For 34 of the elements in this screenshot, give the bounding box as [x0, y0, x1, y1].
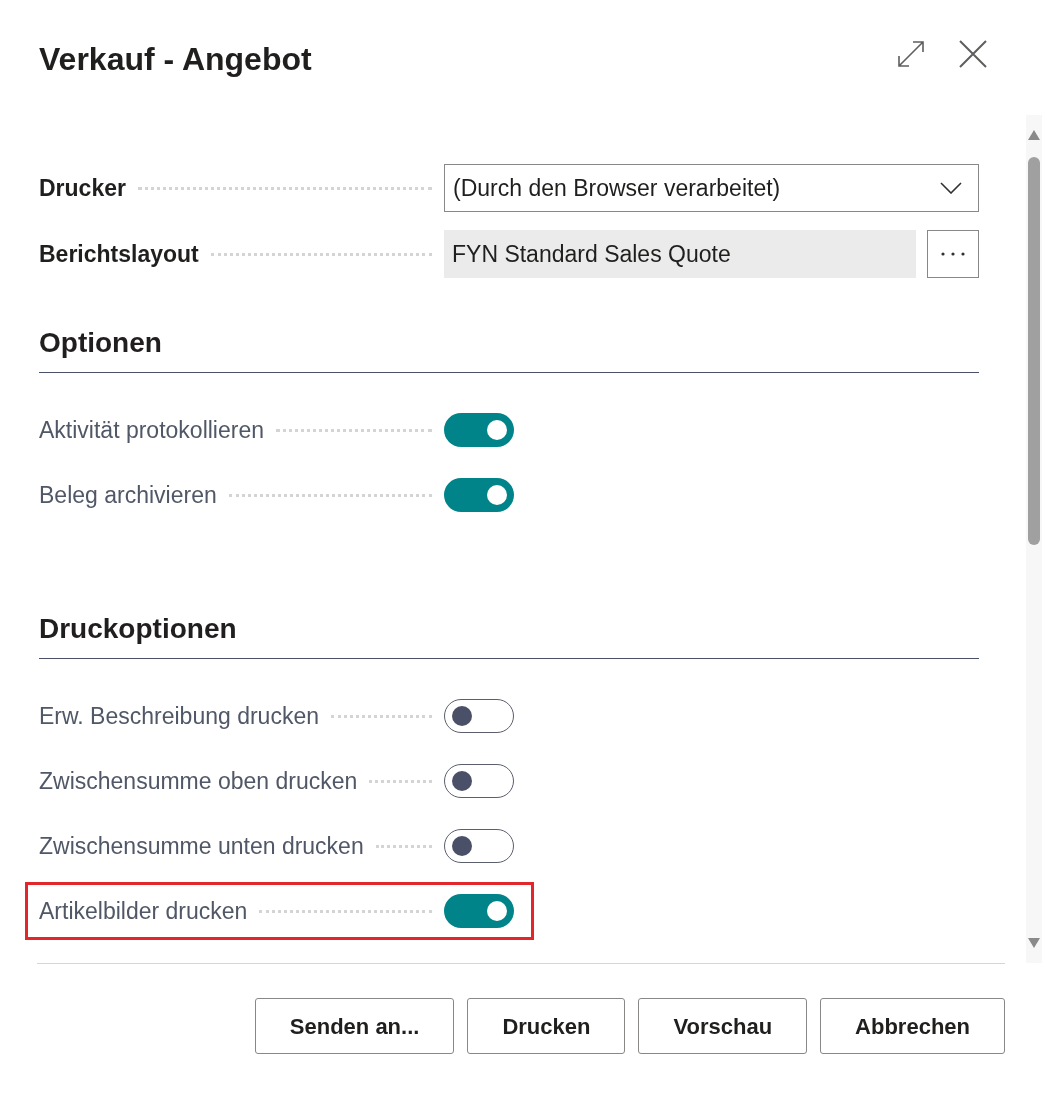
- option-label: Artikelbilder drucken: [39, 896, 248, 926]
- section-heading: Optionen: [39, 322, 979, 373]
- toggle-switch[interactable]: [444, 764, 514, 798]
- toggle-switch[interactable]: [444, 829, 514, 863]
- ellipsis-icon: [941, 252, 965, 256]
- close-icon[interactable]: [958, 39, 988, 69]
- dotted-leader: [369, 779, 432, 783]
- section-heading: Druckoptionen: [39, 608, 979, 659]
- option-label: Zwischensumme unten drucken: [39, 831, 364, 861]
- field-label: Drucker: [39, 173, 126, 203]
- scrollbar-thumb[interactable]: [1028, 157, 1040, 545]
- scroll-up-icon[interactable]: [1027, 129, 1041, 141]
- dotted-leader: [375, 844, 432, 848]
- dialog-button[interactable]: Abbrechen: [820, 998, 1005, 1054]
- field-label: Berichtslayout: [39, 239, 199, 269]
- toggle-switch[interactable]: [444, 699, 514, 733]
- dialog-button[interactable]: Senden an...: [254, 998, 455, 1054]
- toggle-switch[interactable]: [444, 894, 514, 928]
- option-label: Erw. Beschreibung drucken: [39, 701, 319, 731]
- layout-field[interactable]: FYN Standard Sales Quote: [444, 230, 916, 278]
- lookup-button[interactable]: [927, 230, 979, 278]
- toggle-switch[interactable]: [444, 478, 514, 512]
- scroll-down-icon[interactable]: [1027, 937, 1041, 949]
- option-label: Beleg archivieren: [39, 480, 217, 510]
- dialog-button[interactable]: Drucken: [467, 998, 626, 1054]
- dialog-title: Verkauf - Angebot: [39, 40, 312, 79]
- toggle-switch[interactable]: [444, 413, 514, 447]
- scrollbar[interactable]: [1026, 115, 1042, 963]
- expand-icon[interactable]: [897, 40, 925, 68]
- printer-dropdown[interactable]: (Durch den Browser verarbeitet): [444, 164, 979, 212]
- chevron-down-icon: [940, 182, 962, 194]
- dialog-button[interactable]: Vorschau: [638, 998, 808, 1054]
- option-label: Zwischensumme oben drucken: [39, 766, 358, 796]
- option-label: Aktivität protokollieren: [39, 415, 264, 445]
